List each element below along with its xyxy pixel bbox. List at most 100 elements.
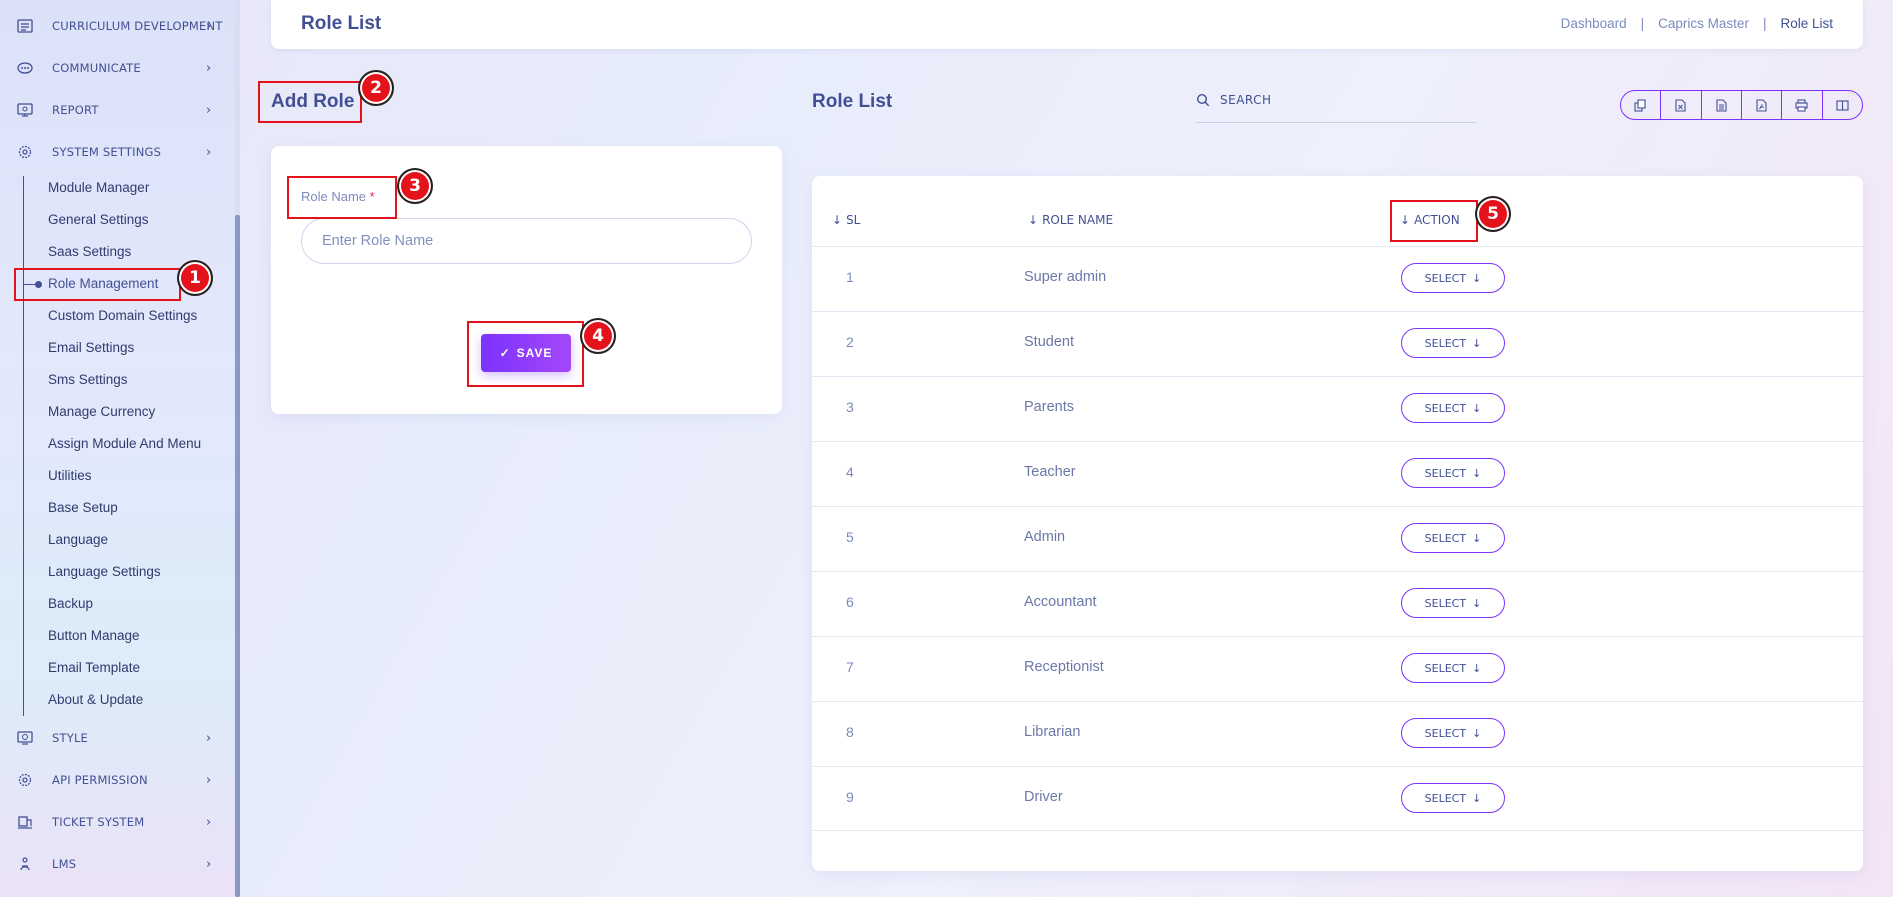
sidebar-item-backup[interactable]: Backup <box>48 596 93 611</box>
sidebar-item-utilities[interactable]: Utilities <box>48 468 92 483</box>
menu-system-settings[interactable]: SYSTEM SETTINGS › <box>0 137 225 167</box>
sidebar-item-about-update[interactable]: About & Update <box>48 692 143 707</box>
columns-icon <box>1836 99 1849 111</box>
row-role-name: Driver <box>1024 789 1063 805</box>
csv-icon <box>1716 98 1727 112</box>
row-sl: 9 <box>846 789 854 805</box>
print-icon <box>1795 98 1809 112</box>
page-header: Role List Dashboard | Caprics Master | R… <box>271 0 1863 49</box>
copy-button[interactable] <box>1621 91 1660 119</box>
export-toolbar <box>1620 90 1863 120</box>
annotation-badge-1: 1 <box>177 260 213 296</box>
table-row: 9 Driver SELECT ↓ <box>812 766 1863 831</box>
submenu-guide-line <box>23 176 24 716</box>
select-label: SELECT <box>1424 466 1467 480</box>
select-action-button[interactable]: SELECT ↓ <box>1401 523 1505 553</box>
row-sl: 8 <box>846 724 854 740</box>
sidebar-item-button-manage[interactable]: Button Manage <box>48 628 140 643</box>
menu-label: SYSTEM SETTINGS <box>52 145 162 159</box>
communicate-icon <box>17 62 33 74</box>
sidebar-item-base-setup[interactable]: Base Setup <box>48 500 118 515</box>
table-row: 1 Super admin SELECT ↓ <box>812 246 1863 311</box>
annotation-badge-5: 5 <box>1475 196 1511 232</box>
sidebar-item-sms-settings[interactable]: Sms Settings <box>48 372 128 387</box>
annotation-box-3 <box>287 176 397 219</box>
row-role-name: Receptionist <box>1024 659 1104 675</box>
menu-label: REPORT <box>52 103 99 117</box>
row-sl: 4 <box>846 464 854 480</box>
sidebar-item-email-template[interactable]: Email Template <box>48 660 140 675</box>
row-sl: 5 <box>846 529 854 545</box>
sidebar-item-module-manager[interactable]: Module Manager <box>48 180 149 195</box>
column-header-role-name[interactable]: ↓ ROLE NAME <box>1028 213 1113 227</box>
select-action-button[interactable]: SELECT ↓ <box>1401 588 1505 618</box>
arrow-down-icon: ↓ <box>1472 531 1482 545</box>
arrow-down-icon: ↓ <box>1472 596 1482 610</box>
annotation-box-1 <box>14 268 181 301</box>
pdf-icon <box>1756 98 1767 112</box>
sidebar-item-language-settings[interactable]: Language Settings <box>48 564 161 579</box>
row-role-name: Super admin <box>1024 269 1107 285</box>
row-role-name: Admin <box>1024 529 1066 545</box>
menu-style[interactable]: STYLE › <box>0 723 225 753</box>
gear-icon <box>18 145 32 159</box>
arrow-down-icon: ↓ <box>1472 401 1482 415</box>
select-label: SELECT <box>1424 726 1467 740</box>
menu-label: LMS <box>52 857 77 871</box>
breadcrumb-role-list: Role List <box>1780 16 1833 31</box>
sidebar-item-general-settings[interactable]: General Settings <box>48 212 149 227</box>
ticket-icon <box>18 816 32 829</box>
select-label: SELECT <box>1424 401 1467 415</box>
breadcrumb-caprics-master[interactable]: Caprics Master <box>1658 16 1749 31</box>
annotation-box-2 <box>258 81 362 123</box>
chevron-right-icon: › <box>206 772 212 788</box>
sidebar-item-custom-domain-settings[interactable]: Custom Domain Settings <box>48 308 197 323</box>
row-sl: 6 <box>846 594 854 610</box>
select-action-button[interactable]: SELECT ↓ <box>1401 328 1505 358</box>
breadcrumb-separator: | <box>1640 16 1645 31</box>
table-row: 2 Student SELECT ↓ <box>812 311 1863 376</box>
role-name-input[interactable] <box>301 218 752 264</box>
select-action-button[interactable]: SELECT ↓ <box>1401 783 1505 813</box>
sidebar-item-assign-module[interactable]: Assign Module And Menu <box>48 436 201 451</box>
arrow-down-icon: ↓ <box>1472 336 1482 350</box>
select-action-button[interactable]: SELECT ↓ <box>1401 263 1505 293</box>
row-sl: 1 <box>846 269 854 285</box>
menu-curriculum-development[interactable]: CURRICULUM DEVELOPMENT › <box>0 11 225 41</box>
sidebar-item-language[interactable]: Language <box>48 532 108 547</box>
table-row: 6 Accountant SELECT ↓ <box>812 571 1863 636</box>
style-icon <box>17 731 33 745</box>
sidebar-item-manage-currency[interactable]: Manage Currency <box>48 404 155 419</box>
sidebar-item-email-settings[interactable]: Email Settings <box>48 340 134 355</box>
curriculum-icon <box>17 19 33 33</box>
column-sl-label: SL <box>846 213 861 227</box>
arrow-down-icon: ↓ <box>1472 661 1482 675</box>
row-role-name: Parents <box>1024 399 1074 415</box>
select-action-button[interactable]: SELECT ↓ <box>1401 458 1505 488</box>
scrollbar-thumb[interactable] <box>235 215 240 897</box>
breadcrumb-dashboard[interactable]: Dashboard <box>1561 16 1627 31</box>
select-label: SELECT <box>1424 791 1467 805</box>
pdf-button[interactable] <box>1740 91 1781 119</box>
search-input[interactable] <box>1220 88 1470 112</box>
sidebar-scrollbar[interactable] <box>235 0 240 897</box>
menu-api-permission[interactable]: API PERMISSION › <box>0 765 225 795</box>
menu-report[interactable]: REPORT › <box>0 95 225 125</box>
print-button[interactable] <box>1781 91 1821 119</box>
chevron-right-icon: › <box>206 814 212 830</box>
table-row: 3 Parents SELECT ↓ <box>812 376 1863 441</box>
arrow-down-icon: ↓ <box>1472 791 1482 805</box>
annotation-box-5 <box>1390 200 1478 242</box>
menu-lms[interactable]: LMS › <box>0 849 225 879</box>
menu-communicate[interactable]: COMMUNICATE › <box>0 53 225 83</box>
select-action-button[interactable]: SELECT ↓ <box>1401 718 1505 748</box>
menu-ticket-system[interactable]: TICKET SYSTEM › <box>0 807 225 837</box>
select-action-button[interactable]: SELECT ↓ <box>1401 653 1505 683</box>
excel-button[interactable] <box>1660 91 1700 119</box>
columns-button[interactable] <box>1821 91 1862 119</box>
select-label: SELECT <box>1424 336 1467 350</box>
csv-button[interactable] <box>1700 91 1741 119</box>
sidebar-item-saas-settings[interactable]: Saas Settings <box>48 244 131 259</box>
column-header-sl[interactable]: ↓ SL <box>832 213 860 227</box>
select-action-button[interactable]: SELECT ↓ <box>1401 393 1505 423</box>
